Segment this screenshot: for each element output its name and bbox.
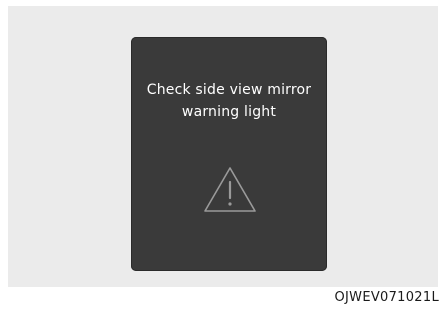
- warning-message: Check side view mirror warning light: [131, 79, 327, 123]
- image-reference-code: OJWEV071021L: [334, 290, 439, 305]
- cluster-display-screen: Check side view mirror warning light: [131, 37, 327, 271]
- warning-triangle-icon: [204, 167, 256, 212]
- warning-message-line-1: Check side view mirror: [146, 82, 312, 98]
- warning-message-line-2: warning light: [181, 104, 277, 120]
